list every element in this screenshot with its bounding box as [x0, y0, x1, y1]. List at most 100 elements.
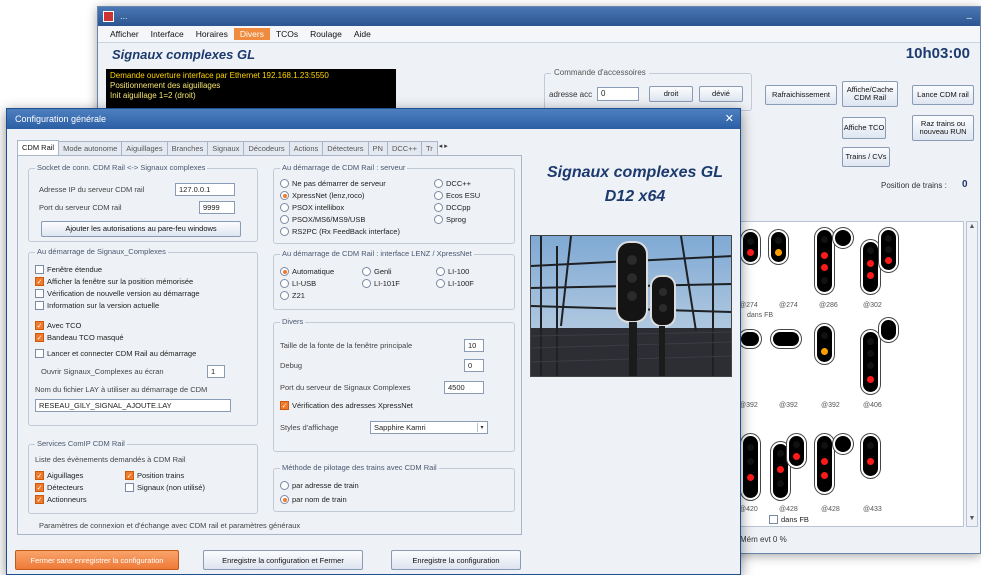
server-psox-usb-radio[interactable]: PSOX/MS6/MS9/USB [280, 215, 365, 224]
close-icon[interactable]: ✕ [725, 109, 734, 129]
minimize-icon[interactable]: – [966, 9, 972, 28]
iface-auto-radio[interactable]: Automatique [280, 267, 334, 276]
chevron-down-icon[interactable]: ▾ [477, 423, 486, 432]
launch-cdm-button[interactable]: Lance CDM rail [912, 85, 974, 105]
server-ecos-radio[interactable]: Ecos ESU [434, 191, 480, 200]
menu-afficher[interactable]: Afficher [104, 28, 145, 40]
iface-li101f-radio[interactable]: LI-101F [362, 279, 400, 288]
signal-icon[interactable] [881, 230, 896, 270]
trains-label: Position de trains : [881, 181, 947, 190]
refresh-button[interactable]: Rafraichissement [765, 85, 837, 105]
server-xpressnet-radio[interactable]: XpressNet (lenz,roco) [280, 191, 365, 200]
server-none-radio[interactable]: Ne pas démarrer de serveur [280, 179, 386, 188]
iface-li100f-radio[interactable]: LI-100F [436, 279, 474, 288]
pilot-by-name-radio[interactable]: par nom de train [280, 495, 347, 504]
style-select[interactable]: Sapphire Kamri ▾ [370, 421, 488, 434]
menu-horaires[interactable]: Horaires [190, 28, 234, 40]
signal-photo [530, 235, 732, 377]
server-rs2pc-radio[interactable]: RS2PC (Rx FeedBack interface) [280, 227, 400, 236]
iface-genli-radio[interactable]: Genli [362, 267, 392, 276]
accessory-address-input[interactable]: 0 [597, 87, 639, 101]
signal-icon[interactable] [863, 436, 878, 476]
show-hide-cdm-button[interactable]: Affiche/Cache CDM Rail [842, 81, 898, 107]
service-aiguillages-checkbox[interactable]: ✓ Aiguillages [35, 471, 83, 480]
server-dccpp-radio[interactable]: DCC++ [434, 179, 471, 188]
debug-input[interactable]: 0 [464, 359, 484, 372]
menu-interface[interactable]: Interface [145, 28, 190, 40]
launch-cdm-checkbox[interactable]: Lancer et connecter CDM Rail au démarrag… [35, 349, 196, 358]
hide-tco-banner-checkbox[interactable]: ✓ Bandeau TCO masqué [35, 333, 124, 342]
check-version-checkbox[interactable]: Vérification de nouvelle version au déma… [35, 289, 200, 298]
signal-icon[interactable] [743, 436, 758, 498]
signal-address: @302 [863, 302, 882, 309]
xpressnet-check-checkbox[interactable]: ✓ Vérification des adresses XpressNet [280, 401, 413, 410]
tab-dccpp[interactable]: DCC++ [386, 141, 422, 155]
signal-icon[interactable] [817, 326, 832, 362]
signal-icon[interactable] [817, 436, 832, 492]
service-signaux-checkbox[interactable]: Signaux (non utilisé) [125, 483, 205, 492]
signal-icon[interactable] [863, 332, 878, 392]
tab-branches[interactable]: Branches [166, 141, 209, 155]
tab-signaux[interactable]: Signaux [207, 141, 245, 155]
menu-divers[interactable]: Divers [233, 28, 270, 40]
tab-decodeurs[interactable]: Décodeurs [243, 141, 290, 155]
signal-lamp [867, 260, 874, 267]
save-button[interactable]: Enregistre la configuration [391, 550, 521, 570]
version-info-checkbox[interactable]: Information sur la version actuelle [35, 301, 159, 310]
iface-liusb-radio[interactable]: LI-USB [280, 279, 316, 288]
signal-icon[interactable] [773, 444, 788, 498]
signal-scrollbar[interactable]: ▲ ▼ [966, 221, 978, 527]
service-position-trains-checkbox[interactable]: ✓ Position trains [125, 471, 184, 480]
checkbox-label: Lancer et connecter CDM Rail au démarrag… [47, 349, 197, 358]
tab-scroll-arrows-icon[interactable]: ◂ ▸ [437, 141, 450, 156]
port-input[interactable]: 9999 [199, 201, 235, 214]
lay-file-input[interactable]: RESEAU_GILY_SIGNAL_AJOUTE.LAY [35, 399, 231, 412]
straight-button[interactable]: droit [649, 86, 693, 102]
save-and-close-button[interactable]: Enregistre la configuration et Fermer [203, 550, 363, 570]
close-without-save-button[interactable]: Fermer sans enregistrer la configuration [15, 550, 179, 570]
show-tco-button[interactable]: Affiche TCO [842, 117, 886, 139]
menu-roulage[interactable]: Roulage [304, 28, 348, 40]
service-actionneurs-checkbox[interactable]: ✓ Actionneurs [35, 495, 87, 504]
signal-icon[interactable] [789, 436, 804, 466]
radio-label: LI-101F [374, 279, 400, 288]
signal-icon[interactable] [863, 242, 878, 292]
server-sprog-radio[interactable]: Sprog [434, 215, 466, 224]
tab-detecteurs[interactable]: Détecteurs [322, 141, 369, 155]
pilot-by-address-radio[interactable]: par adresse de train [280, 481, 359, 490]
scroll-up-icon[interactable]: ▲ [968, 223, 976, 233]
service-detecteurs-checkbox[interactable]: ✓ Détecteurs [35, 483, 83, 492]
sc-port-input[interactable]: 4500 [444, 381, 484, 394]
menu-aide[interactable]: Aide [348, 28, 377, 40]
open-screen-label: Ouvrir Signaux_Complexes au écran [41, 367, 164, 376]
iface-li100-radio[interactable]: LI-100 [436, 267, 469, 276]
deviated-button[interactable]: dévié [699, 86, 743, 102]
reset-trains-button[interactable]: Raz trains ou nouveau RUN [912, 115, 974, 141]
remember-position-checkbox[interactable]: ✓ Afficher la fenêtre sur la position mém… [35, 277, 193, 286]
ip-label: Adresse IP du serveur CDM rail [39, 185, 145, 194]
trains-cvs-button[interactable]: Trains / CVs [842, 147, 890, 167]
tab-cdm-rail[interactable]: CDM Rail [17, 140, 60, 156]
signal-icon[interactable] [817, 230, 832, 292]
tab-mode-autonome[interactable]: Mode autonome [58, 141, 123, 155]
with-tco-checkbox[interactable]: ✓ Avec TCO [35, 321, 81, 330]
radio-label: Ne pas démarrer de serveur [292, 179, 386, 188]
ip-input[interactable]: 127.0.0.1 [175, 183, 235, 196]
tab-tr[interactable]: Tr [420, 141, 438, 155]
signal-icon[interactable] [743, 232, 758, 262]
tab-aiguillages[interactable]: Aiguillages [121, 141, 168, 155]
extended-window-checkbox[interactable]: Fenêtre étendue [35, 265, 102, 274]
signal-icon[interactable] [771, 232, 786, 262]
tab-pn[interactable]: PN [367, 141, 388, 155]
signal-note-check[interactable]: dans FB [769, 515, 809, 524]
scroll-down-icon[interactable]: ▼ [968, 515, 976, 525]
tab-actions[interactable]: Actions [288, 141, 324, 155]
font-size-input[interactable]: 10 [464, 339, 484, 352]
services-subtitle: Liste des évènements demandés à CDM Rail [35, 455, 186, 464]
server-dccpp2-radio[interactable]: DCCpp [434, 203, 471, 212]
menu-tcos[interactable]: TCOs [270, 28, 304, 40]
open-screen-input[interactable]: 1 [207, 365, 225, 378]
firewall-button[interactable]: Ajouter les autorisations au pare-feu wi… [41, 221, 241, 237]
server-psox-radio[interactable]: PSOX intellibox [280, 203, 344, 212]
iface-z21-radio[interactable]: Z21 [280, 291, 305, 300]
